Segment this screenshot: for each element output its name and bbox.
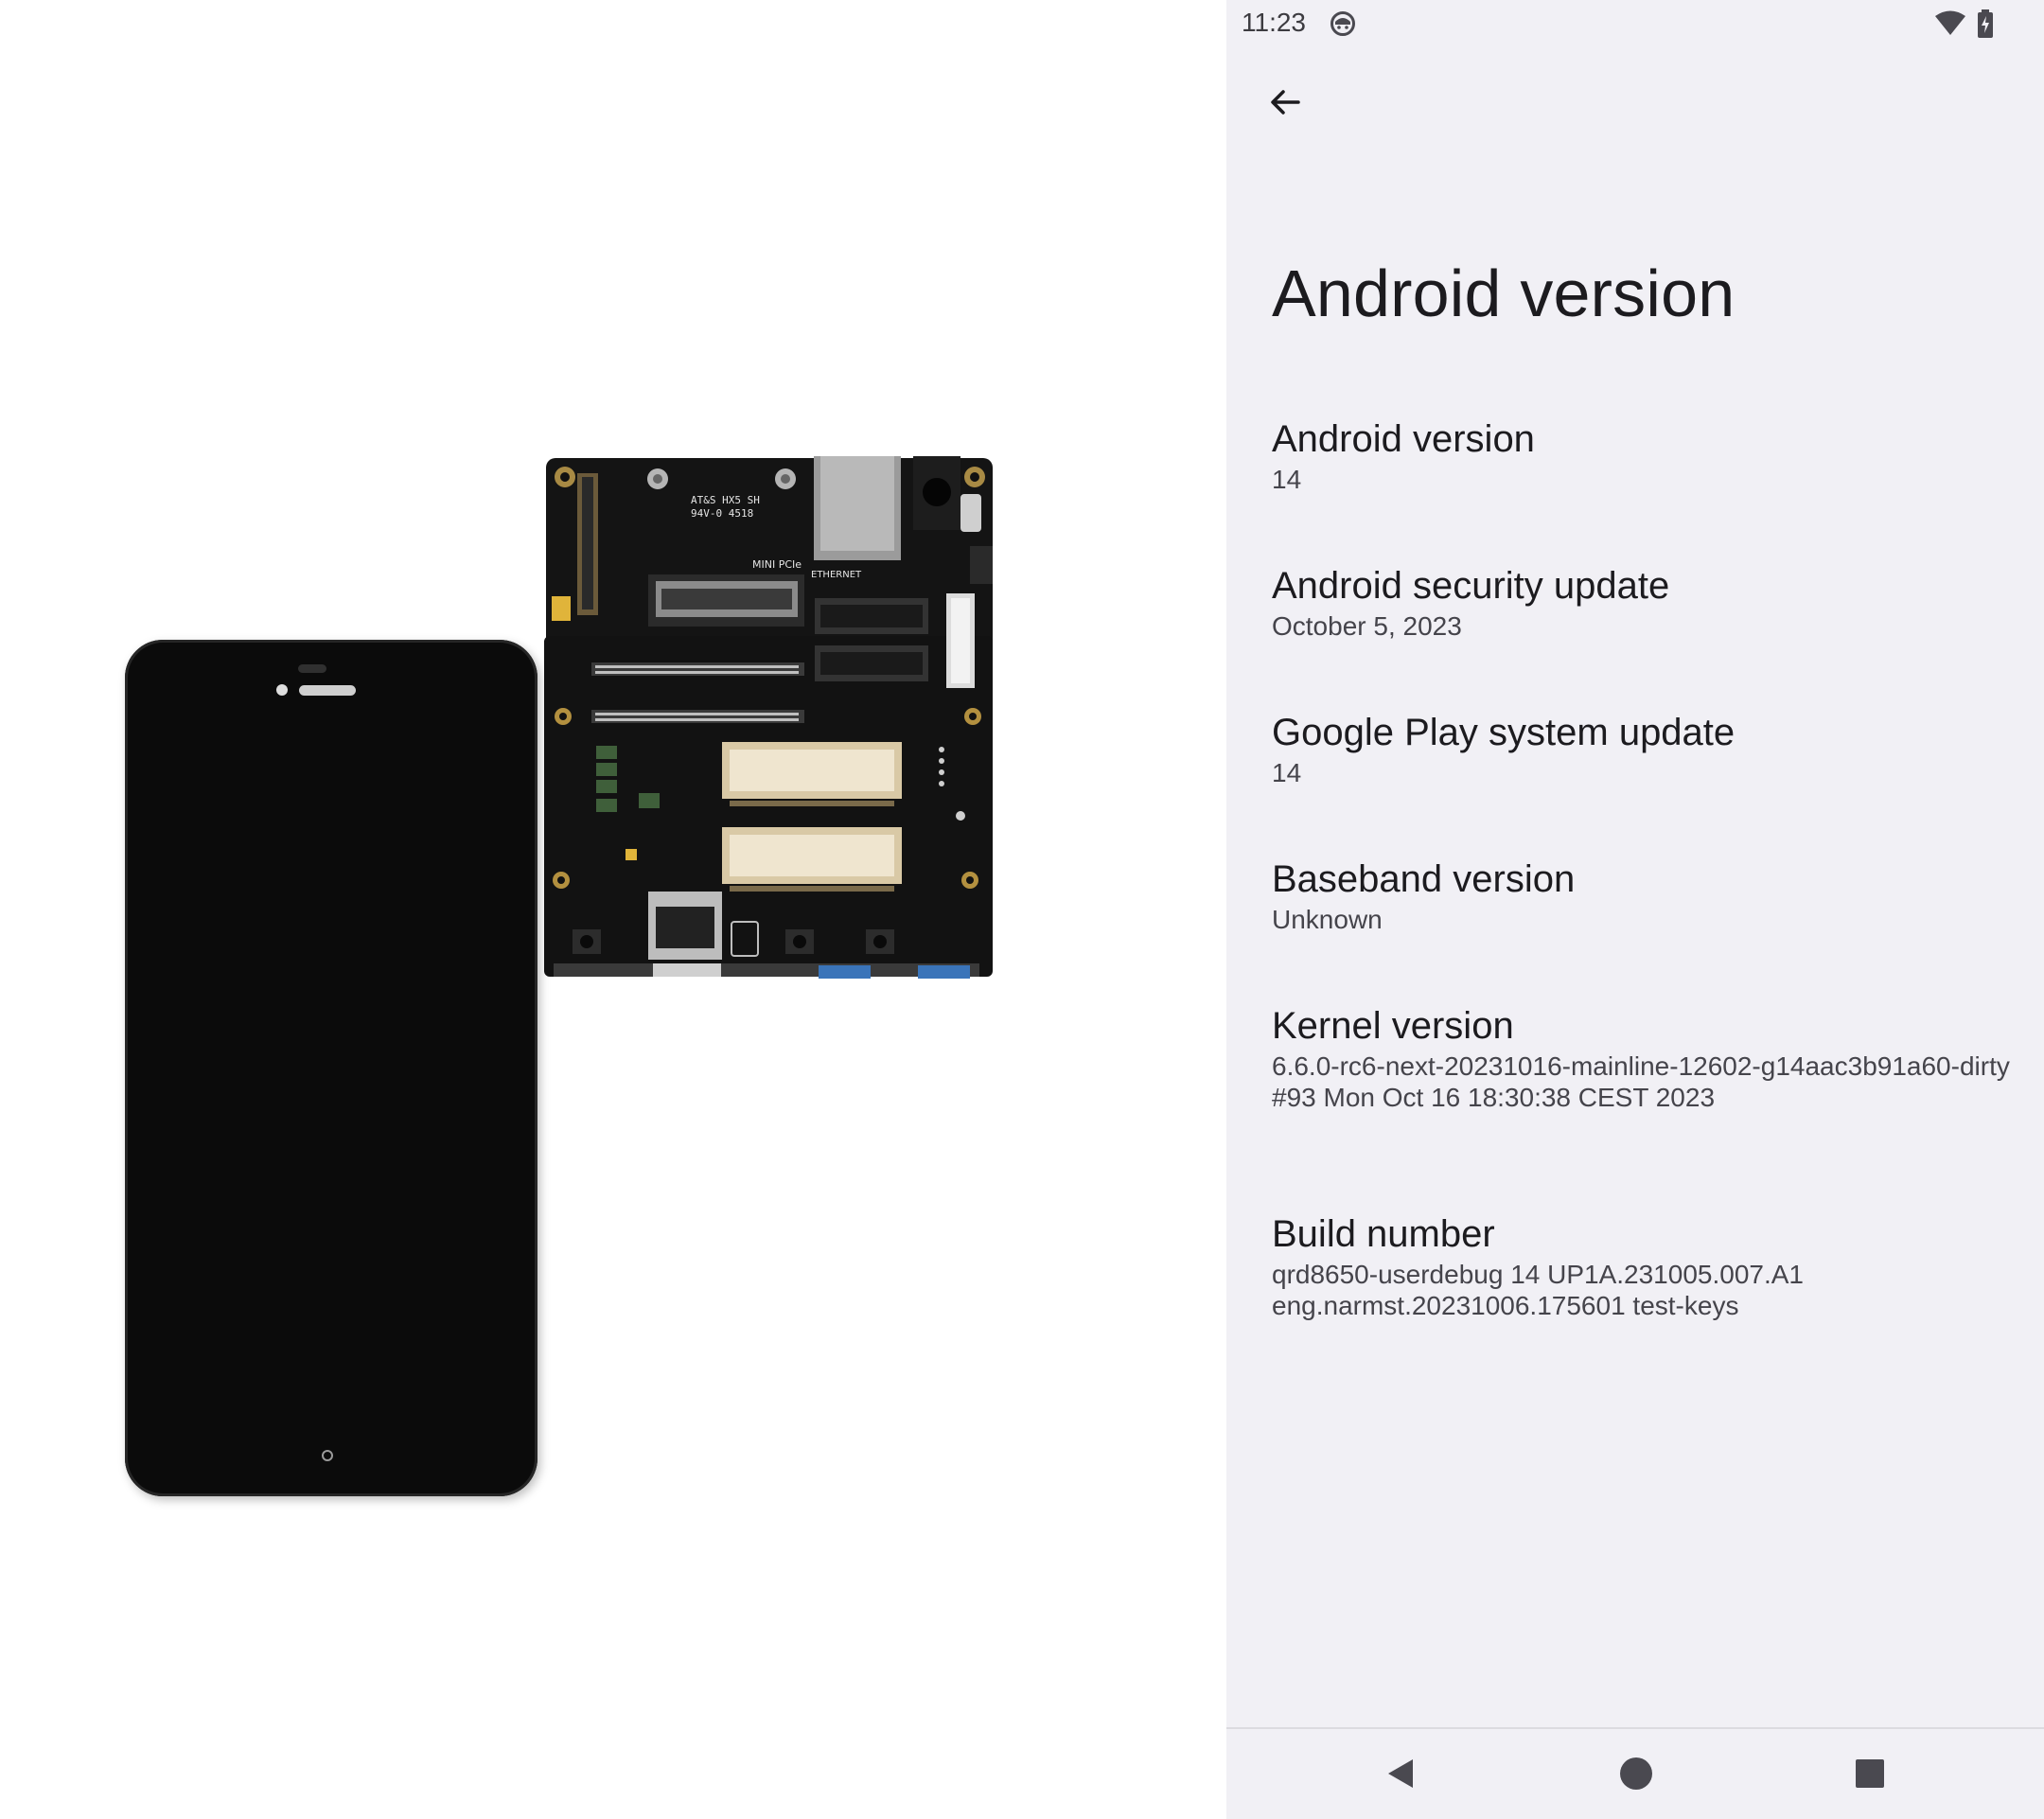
phone-device	[125, 640, 537, 1496]
item-title: Android version	[1272, 418, 1535, 460]
kernel-version-line-1: 6.6.0-rc6-next-20231016-mainline-12602-g…	[1272, 1051, 2010, 1081]
build-number-line-1: qrd8650-userdebug 14 UP1A.231005.007.A1	[1272, 1260, 1804, 1289]
page-title: Android version	[1272, 256, 1736, 330]
google-play-update-item[interactable]: Google Play system update 14	[1272, 710, 2019, 857]
back-button[interactable]	[1255, 72, 1315, 132]
status-time: 11:23	[1242, 8, 1306, 37]
nav-back-button[interactable]	[1378, 1750, 1425, 1797]
item-value: October 5, 2023	[1272, 611, 1462, 641]
wifi-icon	[1935, 10, 1965, 35]
item-value: 14	[1272, 758, 1302, 787]
nav-home-button[interactable]	[1612, 1750, 1660, 1797]
android-version-item[interactable]: Android version 14	[1272, 416, 2019, 563]
item-value: Unknown	[1272, 905, 1383, 934]
item-value: 14	[1272, 465, 1302, 494]
status-bar: 11:23	[1226, 0, 2044, 47]
earpiece	[299, 685, 356, 696]
phone-sensor	[298, 664, 326, 673]
kernel-version-line-2: #93 Mon Oct 16 18:30:38 CEST 2023	[1272, 1083, 1716, 1112]
home-indicator	[322, 1450, 333, 1461]
arrow-left-icon	[1271, 90, 1300, 115]
item-value: qrd8650-userdebug 14 UP1A.231005.007.A1 …	[1272, 1259, 2019, 1321]
item-title: Build number	[1272, 1213, 1495, 1255]
navigation-bar	[1226, 1727, 2044, 1819]
product-photo: AT&S HX5 SH 94V-0 4518 MINI PCIe ETHERNE…	[0, 0, 1226, 1817]
square-recents-icon	[1856, 1759, 1884, 1788]
settings-list: Android version 14 Android security upda…	[1272, 416, 2019, 1358]
build-number-line-2: eng.narmst.20231006.175601 test-keys	[1272, 1291, 1739, 1320]
security-update-item[interactable]: Android security update October 5, 2023	[1272, 563, 2019, 710]
item-title: Android security update	[1272, 565, 1670, 607]
circle-home-icon	[1620, 1757, 1652, 1790]
item-title: Google Play system update	[1272, 712, 1736, 753]
triangle-back-icon	[1388, 1759, 1413, 1788]
board-label-4: ETHERNET	[811, 570, 862, 580]
baseband-version-item[interactable]: Baseband version Unknown	[1272, 857, 2019, 1003]
item-title: Baseband version	[1272, 858, 1576, 900]
dev-board-image: AT&S HX5 SH 94V-0 4518 MINI PCIe ETHERNE…	[544, 456, 993, 979]
notification-icon	[1330, 11, 1355, 36]
battery-icon	[1978, 9, 1993, 38]
board-label-1: AT&S HX5 SH	[691, 494, 760, 506]
android-screen: 11:23 Android version Android version 14…	[1226, 0, 2044, 1819]
front-camera	[276, 684, 288, 696]
item-value: 6.6.0-rc6-next-20231016-mainline-12602-g…	[1272, 1051, 2019, 1113]
board-label-2: 94V-0 4518	[691, 507, 753, 520]
nav-recents-button[interactable]	[1846, 1750, 1894, 1797]
kernel-version-item[interactable]: Kernel version 6.6.0-rc6-next-20231016-m…	[1272, 1003, 2019, 1211]
build-number-item[interactable]: Build number qrd8650-userdebug 14 UP1A.2…	[1272, 1211, 2019, 1358]
item-title: Kernel version	[1272, 1005, 1514, 1047]
board-label-3: MINI PCIe	[752, 558, 802, 571]
